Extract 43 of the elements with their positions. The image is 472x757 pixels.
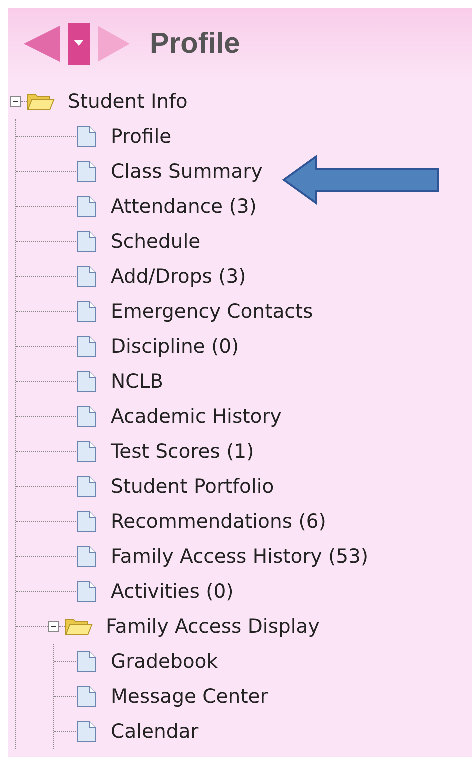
document-icon: [76, 300, 98, 322]
document-icon: [76, 580, 98, 602]
tree-item[interactable]: Message Center: [111, 685, 268, 708]
document-icon: [76, 720, 98, 742]
tree-item[interactable]: Add/Drops (3): [111, 265, 246, 288]
document-icon: [76, 686, 98, 708]
folder-icon: [65, 616, 93, 636]
tree-item[interactable]: Discipline (0): [111, 335, 240, 358]
tree-item[interactable]: Recommendations (6): [111, 510, 326, 533]
tree-item[interactable]: Family Access History (53): [111, 545, 368, 568]
document-icon: [76, 546, 98, 568]
document-icon: [76, 266, 98, 288]
tree-item[interactable]: Family Access Display: [106, 615, 320, 638]
tree-item[interactable]: Student Portfolio: [111, 475, 274, 498]
back-icon[interactable]: [22, 24, 62, 64]
document-icon: [76, 160, 98, 182]
dropdown-icon[interactable]: [68, 23, 90, 65]
document-icon: [76, 196, 98, 218]
document-icon: [76, 440, 98, 462]
tree-item[interactable]: NCLB: [111, 370, 164, 393]
tree-item[interactable]: Profile: [111, 125, 172, 148]
tree-item[interactable]: Schedule: [111, 230, 201, 253]
tree-item[interactable]: Attendance (3): [111, 195, 257, 218]
document-icon: [76, 476, 98, 498]
tree-item[interactable]: Emergency Contacts: [111, 300, 314, 323]
tree-item[interactable]: Test Scores (1): [111, 440, 254, 463]
tree-item[interactable]: Activities (0): [111, 580, 234, 603]
collapse-toggle[interactable]: [10, 96, 21, 107]
document-icon: [76, 510, 98, 532]
tree-item[interactable]: Class Summary: [111, 160, 263, 183]
document-icon: [76, 126, 98, 148]
document-icon: [76, 336, 98, 358]
folder-icon: [27, 92, 55, 112]
tree-item[interactable]: Student Info: [68, 90, 188, 113]
tree-item[interactable]: Academic History: [111, 405, 282, 428]
document-icon: [76, 406, 98, 428]
tree-item[interactable]: Calendar: [111, 720, 199, 743]
document-icon: [76, 650, 98, 672]
document-icon: [76, 230, 98, 252]
document-icon: [76, 370, 98, 392]
collapse-toggle[interactable]: [48, 621, 59, 632]
page-title: Profile: [150, 28, 240, 60]
tree-item[interactable]: Gradebook: [111, 650, 218, 673]
